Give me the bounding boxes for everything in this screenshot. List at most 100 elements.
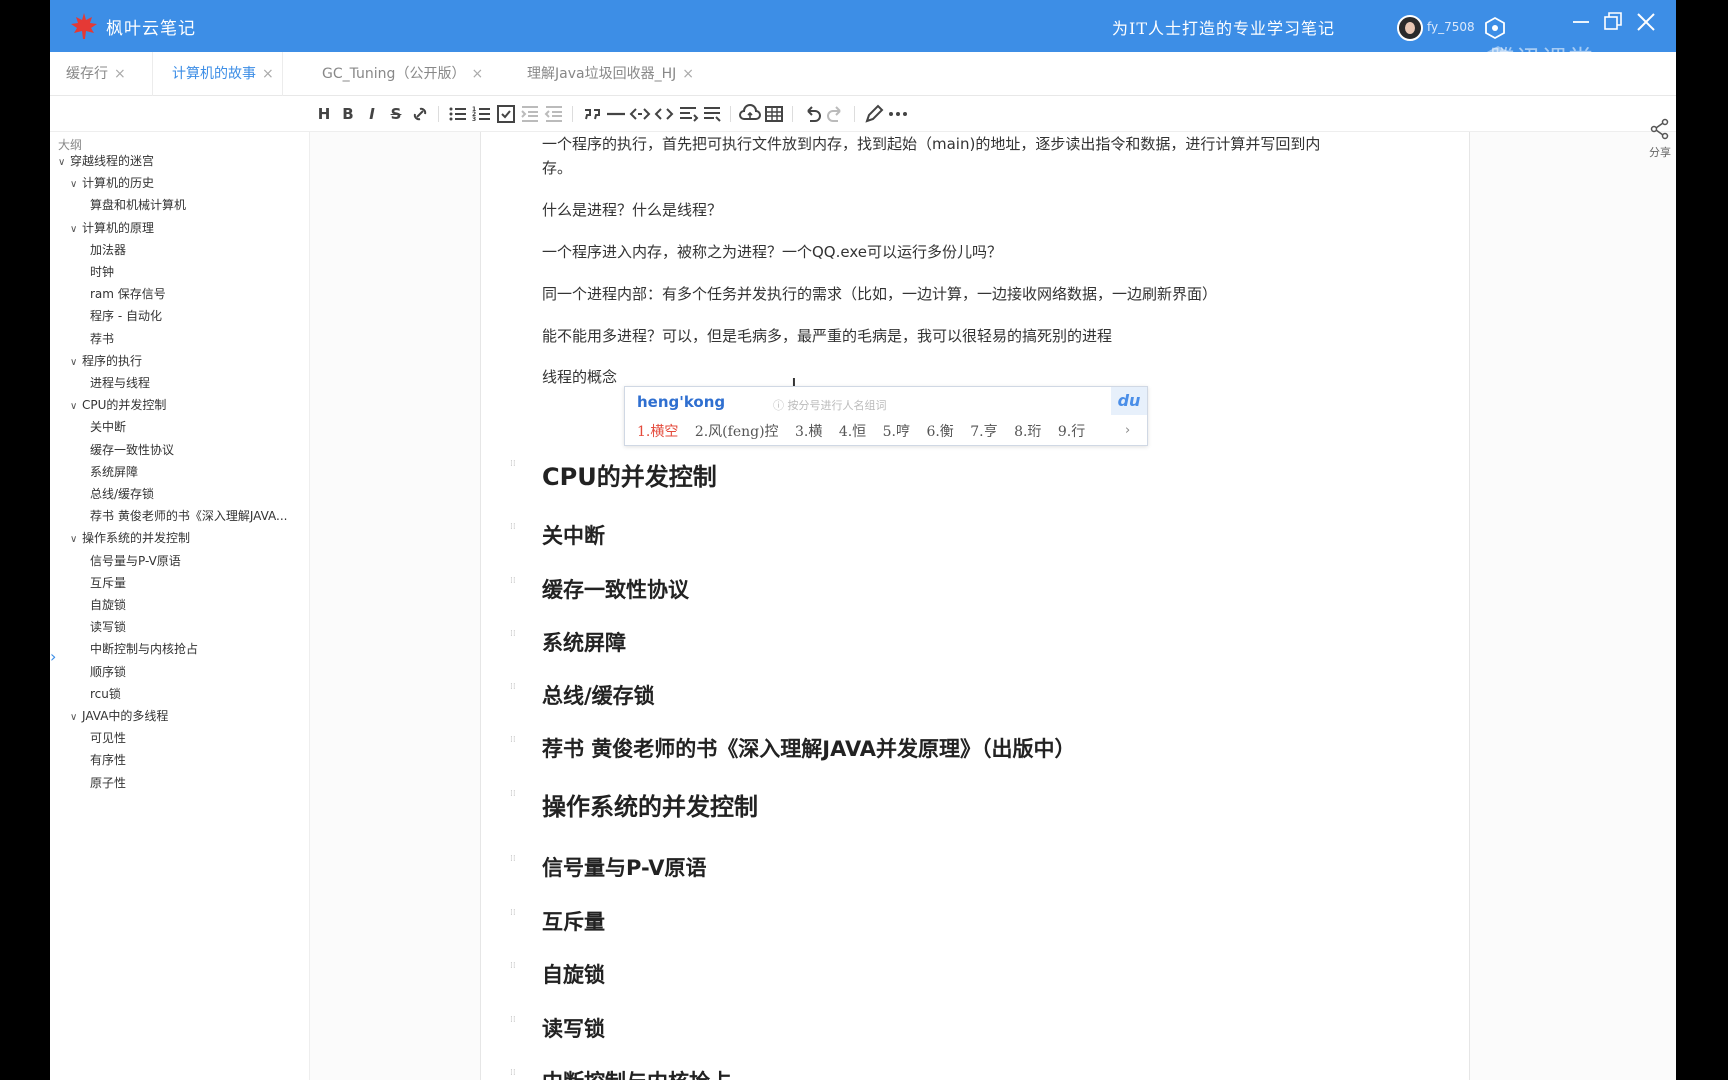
heading-marker-icon[interactable]: ⁞⁞ [510, 459, 516, 469]
outline-item[interactable]: 荐书 黄俊老师的书《深入理解JAVA... [90, 507, 287, 524]
outline-item[interactable]: 中断控制与内核抢占 [90, 640, 198, 657]
heading-marker-icon[interactable]: ⁞⁞ [510, 629, 516, 639]
paragraph[interactable]: 同一个进程内部：有多个任务并发执行的需求（比如，一边计算，一边接收网络数据，一边… [542, 282, 1217, 306]
username[interactable]: fy_7508 [1427, 20, 1475, 34]
ime-composition[interactable]: heng'kong [637, 393, 725, 411]
tab-computer-story[interactable]: 计算机的故事 × [172, 52, 274, 96]
heading-h3[interactable]: 信号量与P-V原语 [542, 852, 706, 882]
heading-marker-icon[interactable]: ⁞⁞ [510, 789, 516, 799]
heading-h3[interactable]: 读写锁 [542, 1013, 605, 1043]
outline-item[interactable]: 加法器 [90, 241, 126, 258]
heading-icon[interactable]: H [312, 102, 336, 126]
tab-close-icon[interactable]: × [262, 66, 274, 82]
table-icon[interactable] [762, 102, 786, 126]
outline-item[interactable]: 读写锁 [90, 618, 126, 635]
outline-item[interactable]: ∨ 程序的执行 [70, 352, 142, 369]
tab-close-icon[interactable]: × [114, 66, 126, 82]
outline-item[interactable]: rcu锁 [90, 685, 121, 702]
bold-icon[interactable]: B [336, 102, 360, 126]
heading-h2[interactable]: 操作系统的并发控制 [542, 787, 758, 822]
ime-candidate[interactable]: 5.哼 [883, 424, 910, 440]
ime-candidate[interactable]: 3.横 [795, 424, 822, 440]
outline-item[interactable]: 荐书 [90, 330, 114, 347]
outline-item[interactable]: 时钟 [90, 263, 114, 280]
ime-next-page-icon[interactable]: › [1125, 423, 1130, 438]
outline-item[interactable]: 系统屏障 [90, 463, 138, 480]
checkbox-list-icon[interactable] [494, 102, 518, 126]
tab-cache-line[interactable]: 缓存行 × [66, 52, 126, 96]
italic-icon[interactable]: I [360, 102, 384, 126]
tab-java-gc[interactable]: 理解Java垃圾回收器_HJ × [527, 52, 694, 96]
indent-icon[interactable] [518, 102, 542, 126]
chevron-down-icon[interactable]: ∨ [70, 357, 82, 368]
heading-h3[interactable]: 自旋锁 [542, 959, 605, 989]
outline-item[interactable]: 信号量与P-V原语 [90, 552, 181, 569]
outline-item[interactable]: 程序 - 自动化 [90, 307, 162, 324]
hr-icon[interactable] [604, 102, 628, 126]
align-icon[interactable] [700, 102, 724, 126]
document-page[interactable] [480, 132, 1470, 1080]
ime-candidate[interactable]: 4.恒 [839, 424, 866, 440]
heading-marker-icon[interactable]: ⁞⁞ [510, 682, 516, 692]
upload-icon[interactable] [738, 102, 762, 126]
format-icon[interactable] [676, 102, 700, 126]
paragraph[interactable]: 一个程序的执行，首先把可执行文件放到内存，找到起始（main)的地址，逐步读出指… [542, 132, 1320, 156]
more-icon[interactable] [886, 102, 910, 126]
outline-item[interactable]: ∨ CPU的并发控制 [70, 396, 166, 413]
chevron-down-icon[interactable]: ∨ [70, 179, 82, 190]
outline-item[interactable]: 缓存一致性协议 [90, 441, 174, 458]
heading-marker-icon[interactable]: ⁞⁞ [510, 961, 516, 971]
paragraph[interactable]: 一个程序进入内存，被称之为进程？一个QQ.exe可以运行多份儿吗？ [542, 240, 1002, 264]
share-button[interactable]: 分享 [1646, 118, 1674, 159]
numbered-list-icon[interactable]: 123 [470, 102, 494, 126]
heading-h3[interactable]: 系统屏障 [542, 627, 626, 657]
outline-item[interactable]: ram 保存信号 [90, 285, 166, 302]
bullet-list-icon[interactable] [446, 102, 470, 126]
restore-button[interactable] [1602, 10, 1624, 32]
outline-item[interactable]: ∨ 操作系统的并发控制 [70, 529, 190, 546]
outline-item[interactable]: ∨ 计算机的历史 [70, 174, 154, 191]
chevron-down-icon[interactable]: ∨ [70, 534, 82, 545]
heading-h3[interactable]: 总线/缓存锁 [542, 680, 655, 710]
minimize-button[interactable] [1570, 10, 1592, 32]
outline-item[interactable]: ∨ 穿越线程的迷宫 [58, 152, 154, 169]
outline-item[interactable]: 互斥量 [90, 574, 126, 591]
heading-marker-icon[interactable]: ⁞⁞ [510, 576, 516, 586]
pen-icon[interactable] [862, 102, 886, 126]
quote-icon[interactable] [580, 102, 604, 126]
outline-item[interactable]: 可见性 [90, 729, 126, 746]
redo-icon[interactable] [824, 102, 848, 126]
heading-h3[interactable]: 关中断 [542, 520, 605, 550]
outline-item[interactable]: 算盘和机械计算机 [90, 196, 186, 213]
outline-item[interactable]: 关中断 [90, 418, 126, 435]
avatar[interactable] [1397, 15, 1423, 41]
heading-h3[interactable]: 中断控制与内核抢占 [542, 1066, 731, 1080]
heading-h2[interactable]: CPU的并发控制 [542, 457, 717, 492]
ime-candidate[interactable]: 6.衡 [926, 424, 953, 440]
undo-icon[interactable] [800, 102, 824, 126]
chevron-down-icon[interactable]: ∨ [58, 157, 70, 168]
paragraph[interactable]: 什么是进程？什么是线程？ [542, 198, 722, 222]
tab-gc-tuning[interactable]: GC_Tuning（公开版） × [322, 52, 483, 96]
tab-close-icon[interactable]: × [471, 66, 483, 82]
paragraph[interactable]: 能不能用多进程？可以，但是毛病多，最严重的毛病是，我可以很轻易的搞死别的进程 [542, 324, 1112, 348]
link-icon[interactable] [408, 102, 432, 126]
heading-h3[interactable]: 荐书 黄俊老师的书《深入理解JAVA并发原理》（出版中） [542, 733, 1076, 763]
chevron-down-icon[interactable]: ∨ [70, 224, 82, 235]
chevron-down-icon[interactable]: ∨ [70, 401, 82, 412]
ime-candidate[interactable]: 8.珩 [1014, 424, 1041, 440]
heading-h3[interactable]: 互斥量 [542, 906, 605, 936]
settings-hexagon-icon[interactable] [1484, 16, 1506, 40]
heading-marker-icon[interactable]: ⁞⁞ [510, 1068, 516, 1078]
outline-item[interactable]: 有序性 [90, 751, 126, 768]
outline-item[interactable]: ∨ JAVA中的多线程 [70, 707, 168, 724]
strikethrough-icon[interactable]: S [384, 102, 408, 126]
ime-candidate[interactable]: 7.亨 [970, 424, 997, 440]
heading-marker-icon[interactable]: ⁞⁞ [510, 854, 516, 864]
outline-item[interactable]: 自旋锁 [90, 596, 126, 613]
outline-item[interactable]: 顺序锁 [90, 663, 126, 680]
code-block-icon[interactable] [652, 102, 676, 126]
heading-marker-icon[interactable]: ⁞⁞ [510, 735, 516, 745]
outline-item[interactable]: 原子性 [90, 774, 126, 791]
ime-candidate[interactable]: 9.行 [1058, 424, 1085, 440]
